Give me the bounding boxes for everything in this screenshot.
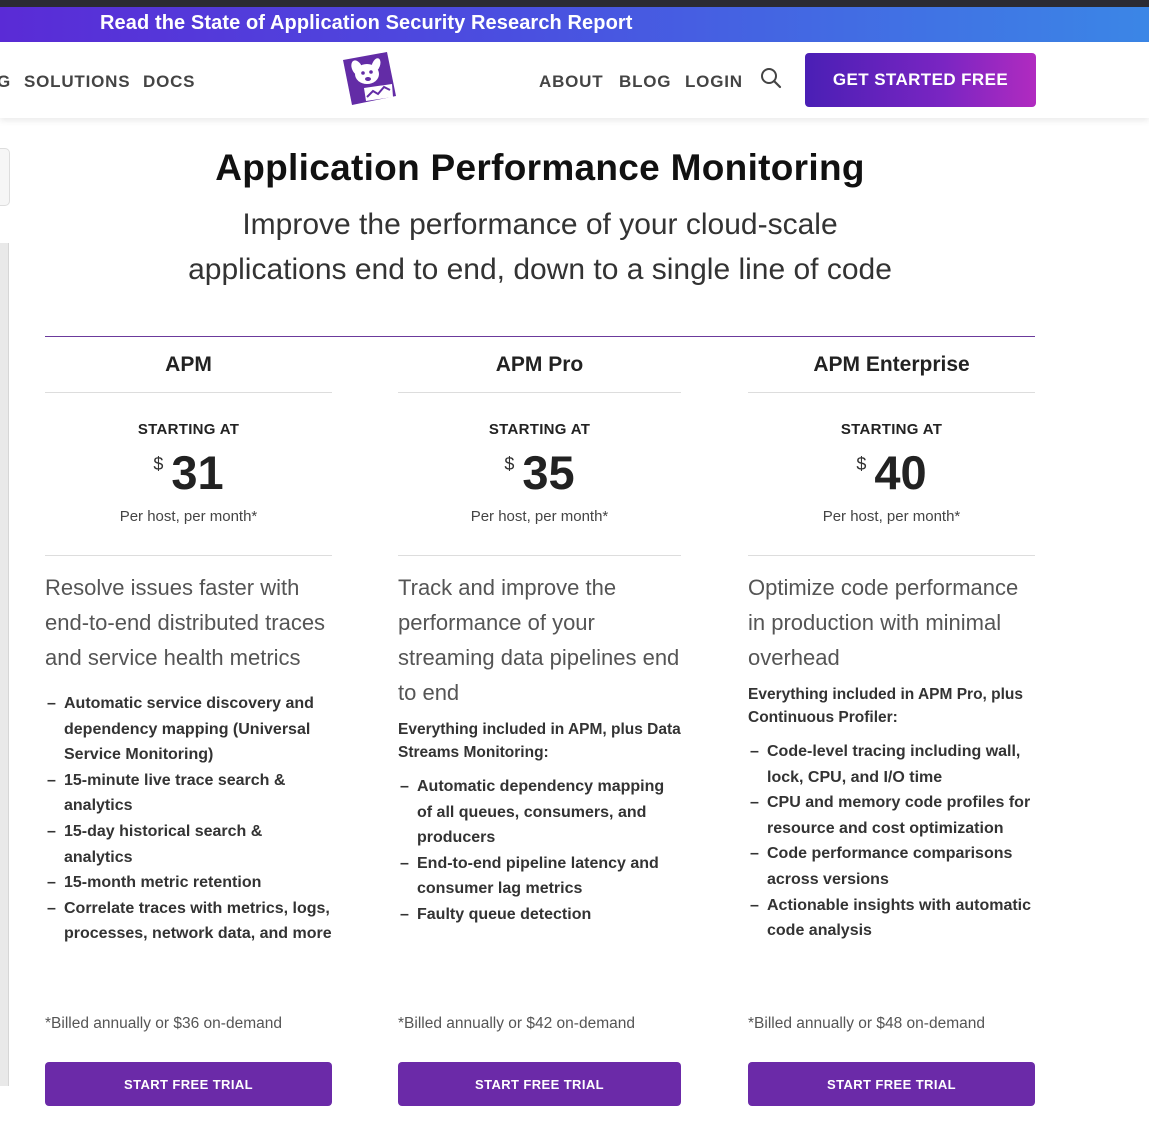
feature-item: – CPU and memory code profiles for resour… [750, 794, 1031, 837]
feature-item: –15-minute live trace search & analytics [47, 771, 286, 815]
plan-name: APM Pro [398, 337, 681, 393]
price-value: 31 [171, 446, 224, 499]
feature-item: – Automatic dependency mapping of all que… [400, 778, 665, 847]
price-unit: Per host, per month* [470, 508, 609, 525]
starting-at-label: STARTING AT [137, 421, 240, 438]
nav-item-blog[interactable]: BLOG [619, 72, 671, 92]
plan-card-apm-enterprise: APM Enterprise STARTING AT $ 40 Per host… [748, 337, 1035, 1106]
feature-item: – Actionable insights with automatic code… [750, 896, 1032, 940]
feature-item: – Faulty queue detection [400, 905, 592, 923]
start-free-trial-button[interactable]: START FREE TRIAL [45, 1062, 332, 1106]
subtitle-line-2: applications end to end, down to a singl… [188, 253, 892, 286]
price-value: 40 [874, 446, 927, 499]
feature-list: – Automatic dependency mapping of all que… [398, 774, 681, 928]
get-started-free-button[interactable]: GET STARTED FREE [805, 53, 1036, 107]
search-icon[interactable] [760, 67, 782, 89]
plan-divider [748, 555, 1035, 556]
plan-divider [398, 555, 681, 556]
browser-top-strip [0, 0, 1149, 7]
feature-item: –15-month metric retention [47, 874, 262, 892]
plan-includes: Everything included in APM, plus Data St… [398, 721, 681, 761]
plan-name: APM [45, 337, 332, 393]
plan-includes: Everything included in APM Pro, plus Con… [748, 686, 1024, 726]
plan-description: Track and improve the performance of you… [398, 575, 680, 705]
nav-item-solutions[interactable]: SOLUTIONS [24, 72, 130, 92]
nav-item-login[interactable]: LOGIN [685, 72, 743, 92]
price: $ 40 [748, 444, 1035, 502]
datadog-logo-icon[interactable] [340, 50, 398, 110]
nav-item-about[interactable]: ABOUT [539, 72, 603, 92]
page-title: Application Performance Monitoring [215, 147, 865, 188]
price-value: 35 [522, 446, 575, 499]
currency-symbol: $ [504, 454, 515, 474]
price: $ 35 [398, 444, 681, 502]
currency-symbol: $ [856, 454, 867, 474]
site-header: G SOLUTIONS DOCS ABOUT BLOG LOGIN GET ST… [0, 42, 1149, 118]
plan-card-apm-pro: APM Pro STARTING AT $ 35 Per host, per m… [398, 337, 681, 1106]
feature-item: – Code-level tracing including wall, lock… [750, 743, 1021, 786]
nav-item-partial[interactable]: G [0, 72, 11, 92]
billing-note: *Billed annually or $48 on-demand [748, 1015, 985, 1032]
price: $ 31 [45, 444, 332, 502]
nav-item-docs[interactable]: DOCS [143, 72, 195, 92]
banner-link[interactable]: Read the State of Application Security R… [100, 12, 633, 35]
plan-card-apm: APM STARTING AT $ 31 Per host, per month… [45, 337, 332, 1106]
sidebar-scrollbar[interactable] [0, 243, 9, 1086]
feature-item: – Code performance comparisons across ver… [750, 845, 1013, 888]
feature-item: –15-day historical search & analytics [47, 822, 263, 866]
announcement-banner[interactable]: Read the State of Application Security R… [0, 7, 1149, 42]
page-subtitle: Improve the performance of your cloud-sc… [130, 202, 950, 292]
feature-list: – Code-level tracing including wall, lock… [748, 739, 1035, 944]
starting-at-label: STARTING AT [840, 421, 943, 438]
billing-note: *Billed annually or $42 on-demand [398, 1015, 635, 1032]
feature-item: – Correlate traces with metrics, logs, pr… [47, 899, 332, 943]
plan-divider [45, 555, 332, 556]
feature-item: – Automatic service discovery and depende… [47, 695, 314, 764]
start-free-trial-button[interactable]: START FREE TRIAL [748, 1062, 1035, 1106]
subtitle-line-1: Improve the performance of your cloud-sc… [242, 208, 838, 241]
starting-at-label: STARTING AT [488, 421, 591, 438]
price-unit: Per host, per month* [822, 508, 961, 525]
currency-symbol: $ [153, 454, 164, 474]
feature-item: – End-to-end pipeline latency and consume… [400, 854, 659, 898]
billing-note: *Billed annually or $36 on-demand [45, 1015, 282, 1032]
plan-description: Optimize code performance in production … [748, 575, 1019, 670]
plan-name: APM Enterprise [748, 337, 1035, 393]
start-free-trial-button[interactable]: START FREE TRIAL [398, 1062, 681, 1106]
plan-description: Resolve issues faster with end-to-end di… [45, 575, 326, 670]
feature-list: – Automatic service discovery and depende… [45, 691, 332, 947]
price-unit: Per host, per month* [119, 508, 258, 525]
